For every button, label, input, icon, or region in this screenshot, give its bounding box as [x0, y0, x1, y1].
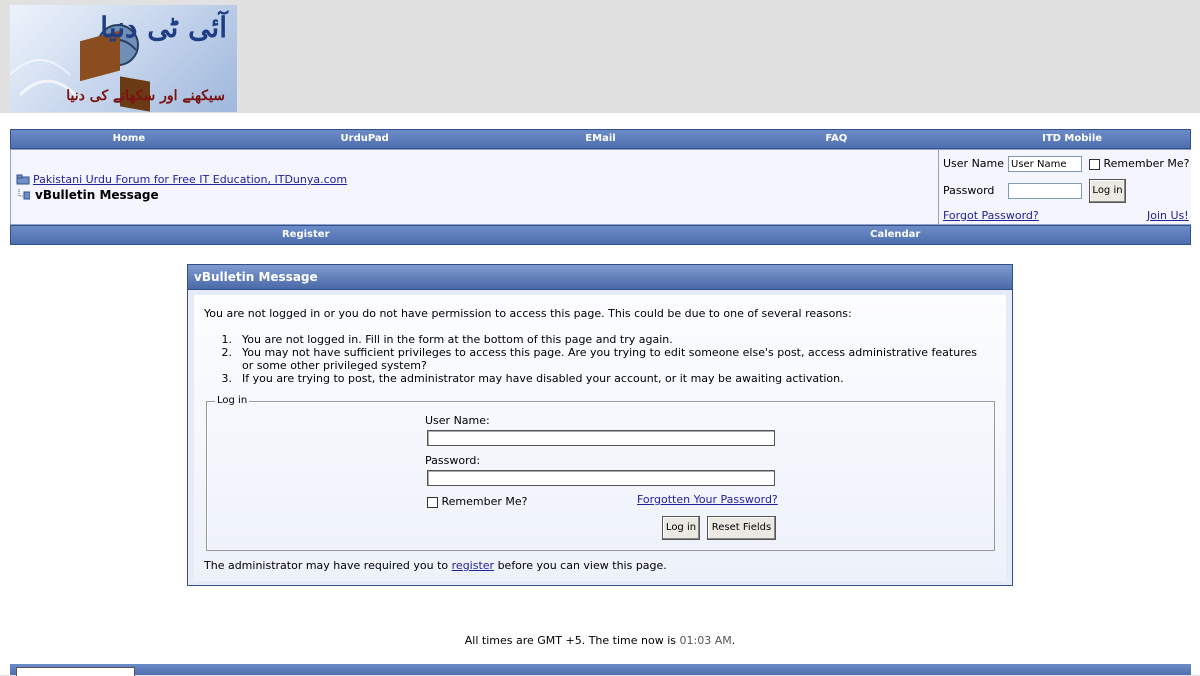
remember-me-label: Remember Me? [1103, 157, 1190, 170]
login-password-input[interactable] [1008, 183, 1082, 199]
register-note: The administrator may have required you … [204, 559, 667, 572]
nav-itd-mobile[interactable]: ITD Mobile [954, 130, 1190, 148]
message-panel: vBulletin Message You are not logged in … [187, 264, 1013, 586]
main-navbar: Home UrduPad EMail FAQ ITD Mobile [10, 129, 1191, 149]
logo-subtitle: سیکھنے اور سکھانے کی دنیا [66, 88, 225, 104]
folder-icon [16, 174, 30, 185]
login-username-label: User Name [943, 157, 1005, 170]
secondary-navbar: Register Calendar [10, 225, 1191, 245]
fieldset-login-button[interactable]: Log in [662, 516, 700, 540]
login-button[interactable]: Log in [1089, 179, 1126, 203]
time-footer: All times are GMT +5. The time now is 01… [0, 634, 1200, 647]
forgot-password-link[interactable]: Forgot Password? [943, 209, 1039, 222]
time-prefix: All times are GMT +5. The time now is [464, 634, 676, 647]
username-label: User Name: [425, 414, 490, 427]
remember-me-label: Remember Me? [441, 495, 528, 508]
breadcrumb-forum-link[interactable]: Pakistani Urdu Forum for Free IT Educati… [33, 173, 347, 186]
nav-home[interactable]: Home [11, 130, 247, 148]
time-suffix: . [731, 634, 736, 647]
logo-title: آئی ٹی دنیا [100, 11, 227, 44]
reason-text: You are not logged in. Fill in the form … [242, 333, 673, 346]
note-text-before: The administrator may have required you … [204, 559, 449, 572]
login-box: User Name Remember Me? Password Log in F… [938, 150, 1191, 224]
username-input[interactable] [427, 430, 775, 446]
join-us-link[interactable]: Join Us! [1147, 209, 1189, 222]
reasons-list: 1. You are not logged in. Fill in the for… [214, 333, 984, 385]
note-text-after: before you can view this page. [497, 559, 667, 572]
login-legend: Log in [215, 395, 250, 406]
tree-branch-icon [18, 189, 30, 200]
register-link[interactable]: register [452, 559, 494, 572]
login-username-input[interactable] [1008, 156, 1082, 172]
reason-item: 2. You may not have sufficient privileges… [214, 346, 984, 372]
message-title: vBulletin Message [188, 265, 1012, 290]
nav-urdupad[interactable]: UrduPad [247, 130, 483, 148]
nav-faq[interactable]: FAQ [718, 130, 954, 148]
breadcrumb-bar: Pakistani Urdu Forum for Free IT Educati… [10, 149, 1191, 225]
remember-me-checkbox[interactable] [1089, 158, 1100, 170]
login-password-label: Password [943, 184, 995, 197]
page-content: Home UrduPad EMail FAQ ITD Mobile Pakist… [0, 113, 1200, 676]
password-input[interactable] [427, 470, 775, 486]
message-body: You are not logged in or you do not have… [194, 295, 1006, 581]
site-logo[interactable]: آئی ٹی دنیا سیکھنے اور سکھانے کی دنیا [10, 5, 237, 112]
remember-group: Remember Me? [427, 495, 527, 508]
reason-text: You may not have sufficient privileges t… [242, 346, 977, 372]
nav-calendar[interactable]: Calendar [601, 226, 1191, 244]
time-value: 01:03 AM [679, 634, 732, 647]
footer-bar [10, 664, 1191, 676]
reset-fields-button[interactable]: Reset Fields [707, 516, 776, 540]
reason-text: If you are trying to post, the administr… [242, 372, 844, 385]
login-remember-group: Remember Me? [1089, 157, 1189, 170]
nav-register[interactable]: Register [11, 226, 601, 244]
forgotten-password-link[interactable]: Forgotten Your Password? [637, 493, 778, 506]
login-fieldset: Log in User Name: Password: Remember Me?… [206, 395, 995, 551]
password-label: Password: [425, 454, 481, 467]
nav-email[interactable]: EMail [483, 130, 719, 148]
reason-item: 1. You are not logged in. Fill in the for… [214, 333, 984, 346]
breadcrumb: Pakistani Urdu Forum for Free IT Educati… [16, 172, 347, 202]
remember-me-checkbox[interactable] [427, 496, 438, 508]
reason-item: 3. If you are trying to post, the adminis… [214, 372, 984, 385]
breadcrumb-page-title: vBulletin Message [35, 187, 159, 202]
message-intro: You are not logged in or you do not have… [204, 307, 852, 320]
